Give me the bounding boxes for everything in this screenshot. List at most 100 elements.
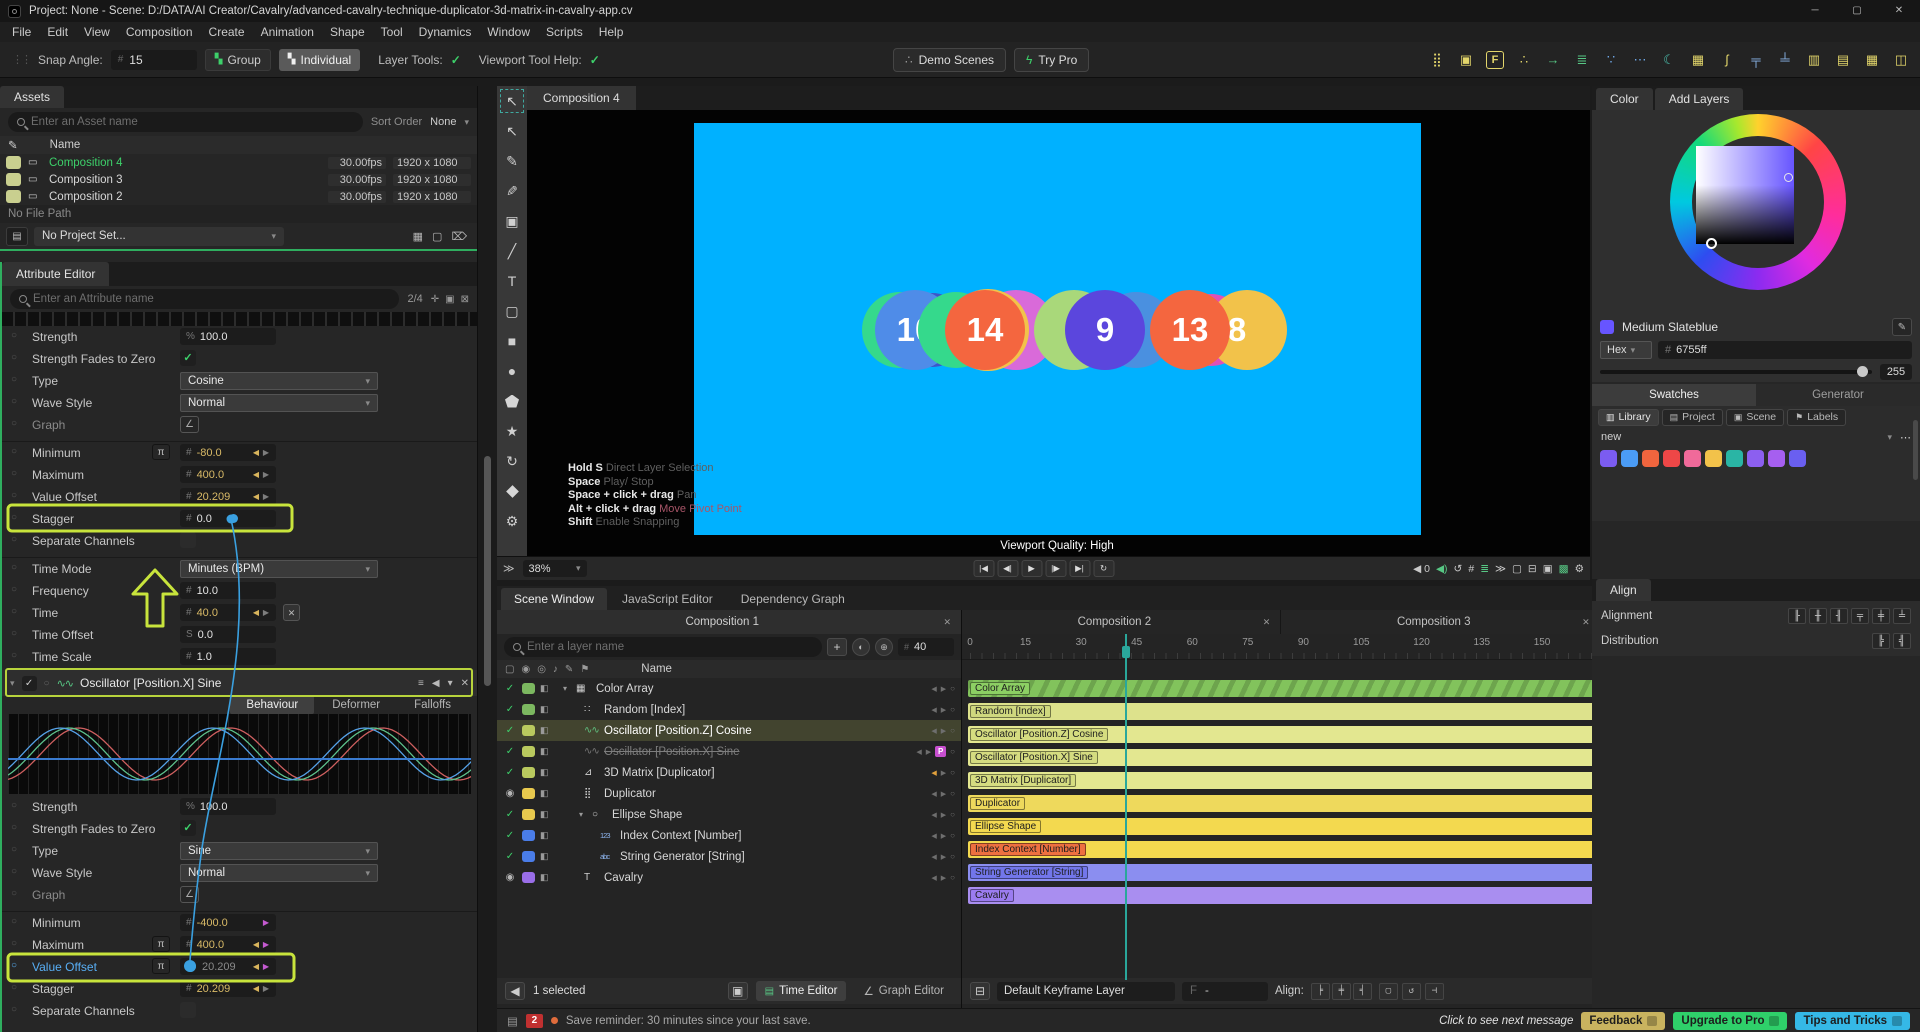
align-icon[interactable]: ╡ xyxy=(1352,982,1372,1000)
attr-connector[interactable]: ○ xyxy=(11,822,17,833)
prev-keyframe-icon[interactable]: ◀ xyxy=(253,608,259,617)
enabled-checkbox[interactable]: ✓ xyxy=(21,675,37,691)
layer-row[interactable]: ◉ ◧ T Cavalry ◀ ▶ ○ xyxy=(497,867,961,888)
attr-connector[interactable]: ○ xyxy=(11,606,17,617)
layer-color-swatch[interactable] xyxy=(522,746,535,757)
color-swatch[interactable] xyxy=(1789,450,1806,467)
viewport-bar-icon[interactable]: ▢ xyxy=(1512,563,1522,575)
tool-button[interactable]: ╱ xyxy=(497,236,527,266)
layer-list-header-icon[interactable]: ◉ xyxy=(521,664,530,675)
connector-dot[interactable] xyxy=(185,961,196,972)
toolbar-icon[interactable]: ▣ xyxy=(1453,48,1479,72)
eyedropper-icon[interactable]: ✎ xyxy=(8,138,18,152)
demo-scenes-button[interactable]: ∴ Demo Scenes xyxy=(893,47,1007,72)
attr-connector[interactable]: ○ xyxy=(11,330,17,341)
menu-item[interactable]: Animation xyxy=(253,25,322,39)
layer-render-icon[interactable]: ◧ xyxy=(540,809,553,820)
toolbar-icon[interactable]: ▦ xyxy=(1685,48,1711,72)
color-swatch[interactable] xyxy=(1705,450,1722,467)
layer-color-swatch[interactable] xyxy=(522,767,535,778)
layer-color-swatch[interactable] xyxy=(522,683,535,694)
next-keyframe-icon[interactable]: ▶ xyxy=(941,769,946,777)
prev-keyframe-icon[interactable]: ◀ xyxy=(931,811,936,819)
menu-item[interactable]: Help xyxy=(591,25,632,39)
toolbar-icon[interactable]: ◫ xyxy=(1888,48,1914,72)
osc-header-icon[interactable]: ≡ xyxy=(418,678,424,689)
layer-row[interactable]: ✓ ◧ ▾ ▦ Color Array ◀ ▶ ○ xyxy=(497,678,961,699)
attr-value-field[interactable]: # 10.0 ◀ ▶ xyxy=(180,582,276,599)
toolbar-icon[interactable]: ⣿ xyxy=(1424,48,1450,72)
attr-value-field[interactable]: 20.209 ◀ ▶ xyxy=(180,958,276,975)
maximize-button[interactable]: ▢ xyxy=(1836,0,1878,22)
osc-tab[interactable]: Deformer xyxy=(316,696,396,714)
menu-item[interactable]: Dynamics xyxy=(411,25,480,39)
panel-scrollbar[interactable] xyxy=(478,86,497,1032)
toolbar-icon[interactable]: ☾ xyxy=(1656,48,1682,72)
clear-keyframe-button[interactable]: ✕ xyxy=(283,604,300,621)
toolbar-icon[interactable]: F xyxy=(1486,50,1504,69)
attr-connector[interactable]: ○ xyxy=(11,628,17,639)
tool-button[interactable]: T xyxy=(497,266,527,296)
layer-color-swatch[interactable] xyxy=(522,725,535,736)
group-toggle[interactable]: ▚ Group xyxy=(204,48,271,71)
panel-box-icon[interactable]: ▣ xyxy=(727,982,748,1000)
layer-color-swatch[interactable] xyxy=(522,788,535,799)
asset-row[interactable]: ▭ Composition 2 30.00fps 1920 x 1080 xyxy=(0,188,477,205)
prev-keyframe-icon[interactable]: ◀ xyxy=(931,853,936,861)
toolbar-icon[interactable]: ╧ xyxy=(1772,48,1798,72)
layer-row[interactable]: ✓ ◧ ⊿ 3D Matrix [Duplicator] ◀ ▶ ○ xyxy=(497,762,961,783)
align-icon[interactable]: ╤ xyxy=(1851,608,1869,624)
toolbar-icon[interactable]: ▤ xyxy=(1830,48,1856,72)
align-icon[interactable]: ╟ xyxy=(1788,608,1806,624)
next-keyframe-icon[interactable]: ▶ xyxy=(941,790,946,798)
viewport-circle[interactable]: 13 xyxy=(1150,290,1230,370)
scene-composition-tab[interactable]: Composition 1 ✕ xyxy=(497,610,961,634)
osc-header-icon[interactable]: ◀ xyxy=(432,678,440,689)
prev-keyframe-icon[interactable]: ◀ xyxy=(253,940,259,949)
alpha-slider[interactable] xyxy=(1600,366,1872,377)
tool-button[interactable]: ■ xyxy=(497,326,527,356)
layer-render-icon[interactable]: ◧ xyxy=(540,872,553,883)
attr-value-field[interactable]: S 0.0 ◀ ▶ xyxy=(180,626,276,643)
keyframe-circle-icon[interactable]: ○ xyxy=(950,873,955,882)
attr-value-field[interactable]: # -80.0 ◀ ▶ xyxy=(180,444,276,461)
menu-item[interactable]: View xyxy=(76,25,118,39)
saturation-value-picker[interactable] xyxy=(1696,146,1794,244)
swatch-library-button[interactable]: ⚑ Labels xyxy=(1787,408,1847,426)
prev-keyframe-icon[interactable]: ◀ xyxy=(253,448,259,457)
layer-render-icon[interactable]: ◧ xyxy=(540,725,553,736)
add-layer-button[interactable]: + xyxy=(827,638,847,656)
layer-list-header-icon[interactable]: ✛ xyxy=(431,294,439,305)
back-icon[interactable]: ◀ xyxy=(505,982,525,1000)
layer-color-swatch[interactable] xyxy=(522,830,535,841)
transport-button[interactable]: ▶ xyxy=(1021,560,1042,577)
osc-header-icon[interactable]: ▾ xyxy=(448,678,453,689)
swatch-library-button[interactable]: ▥ Library xyxy=(1598,408,1659,426)
layer-render-icon[interactable]: ◧ xyxy=(540,746,553,757)
align-icon[interactable]: ⊣ xyxy=(1424,982,1444,1000)
toolbar-icon[interactable]: ▦ xyxy=(1859,48,1885,72)
pick-whip-icon[interactable]: ◐ xyxy=(852,638,870,656)
toolbar-icon[interactable]: ⋯ xyxy=(1627,48,1653,72)
align-icon[interactable]: ╢ xyxy=(1830,608,1848,624)
swatch-library-button[interactable]: ▤ Project xyxy=(1661,408,1723,426)
viewport-bar-icon[interactable]: ◀) xyxy=(1436,563,1448,575)
layer-list-header-icon[interactable]: ▢ xyxy=(505,664,514,675)
sv-marker[interactable] xyxy=(1784,173,1793,182)
bottom-panel-tab[interactable]: Dependency Graph xyxy=(728,588,858,610)
frame-icon[interactable]: ▢ xyxy=(432,230,442,243)
next-keyframe-icon[interactable]: ▶ xyxy=(941,685,946,693)
attr-connector[interactable]: ○ xyxy=(11,446,17,457)
viewport-bar-icon[interactable]: ↺ xyxy=(1454,563,1463,575)
menu-item[interactable]: Edit xyxy=(39,25,76,39)
next-keyframe-icon[interactable]: ▶ xyxy=(263,940,269,949)
layer-enable-toggle[interactable]: ✓ xyxy=(503,704,517,715)
align-icon[interactable]: ╫ xyxy=(1809,608,1827,624)
layer-render-icon[interactable]: ◧ xyxy=(540,830,553,841)
menu-item[interactable]: Create xyxy=(201,25,253,39)
hue-marker[interactable] xyxy=(1706,238,1717,249)
align-icon[interactable]: ↺ xyxy=(1401,982,1421,1000)
attr-value-field[interactable]: # 20.209 ◀ ▶ xyxy=(180,980,276,997)
attr-select[interactable]: Sine ▾ xyxy=(180,842,378,860)
prev-keyframe-icon[interactable]: ◀ xyxy=(253,962,259,971)
